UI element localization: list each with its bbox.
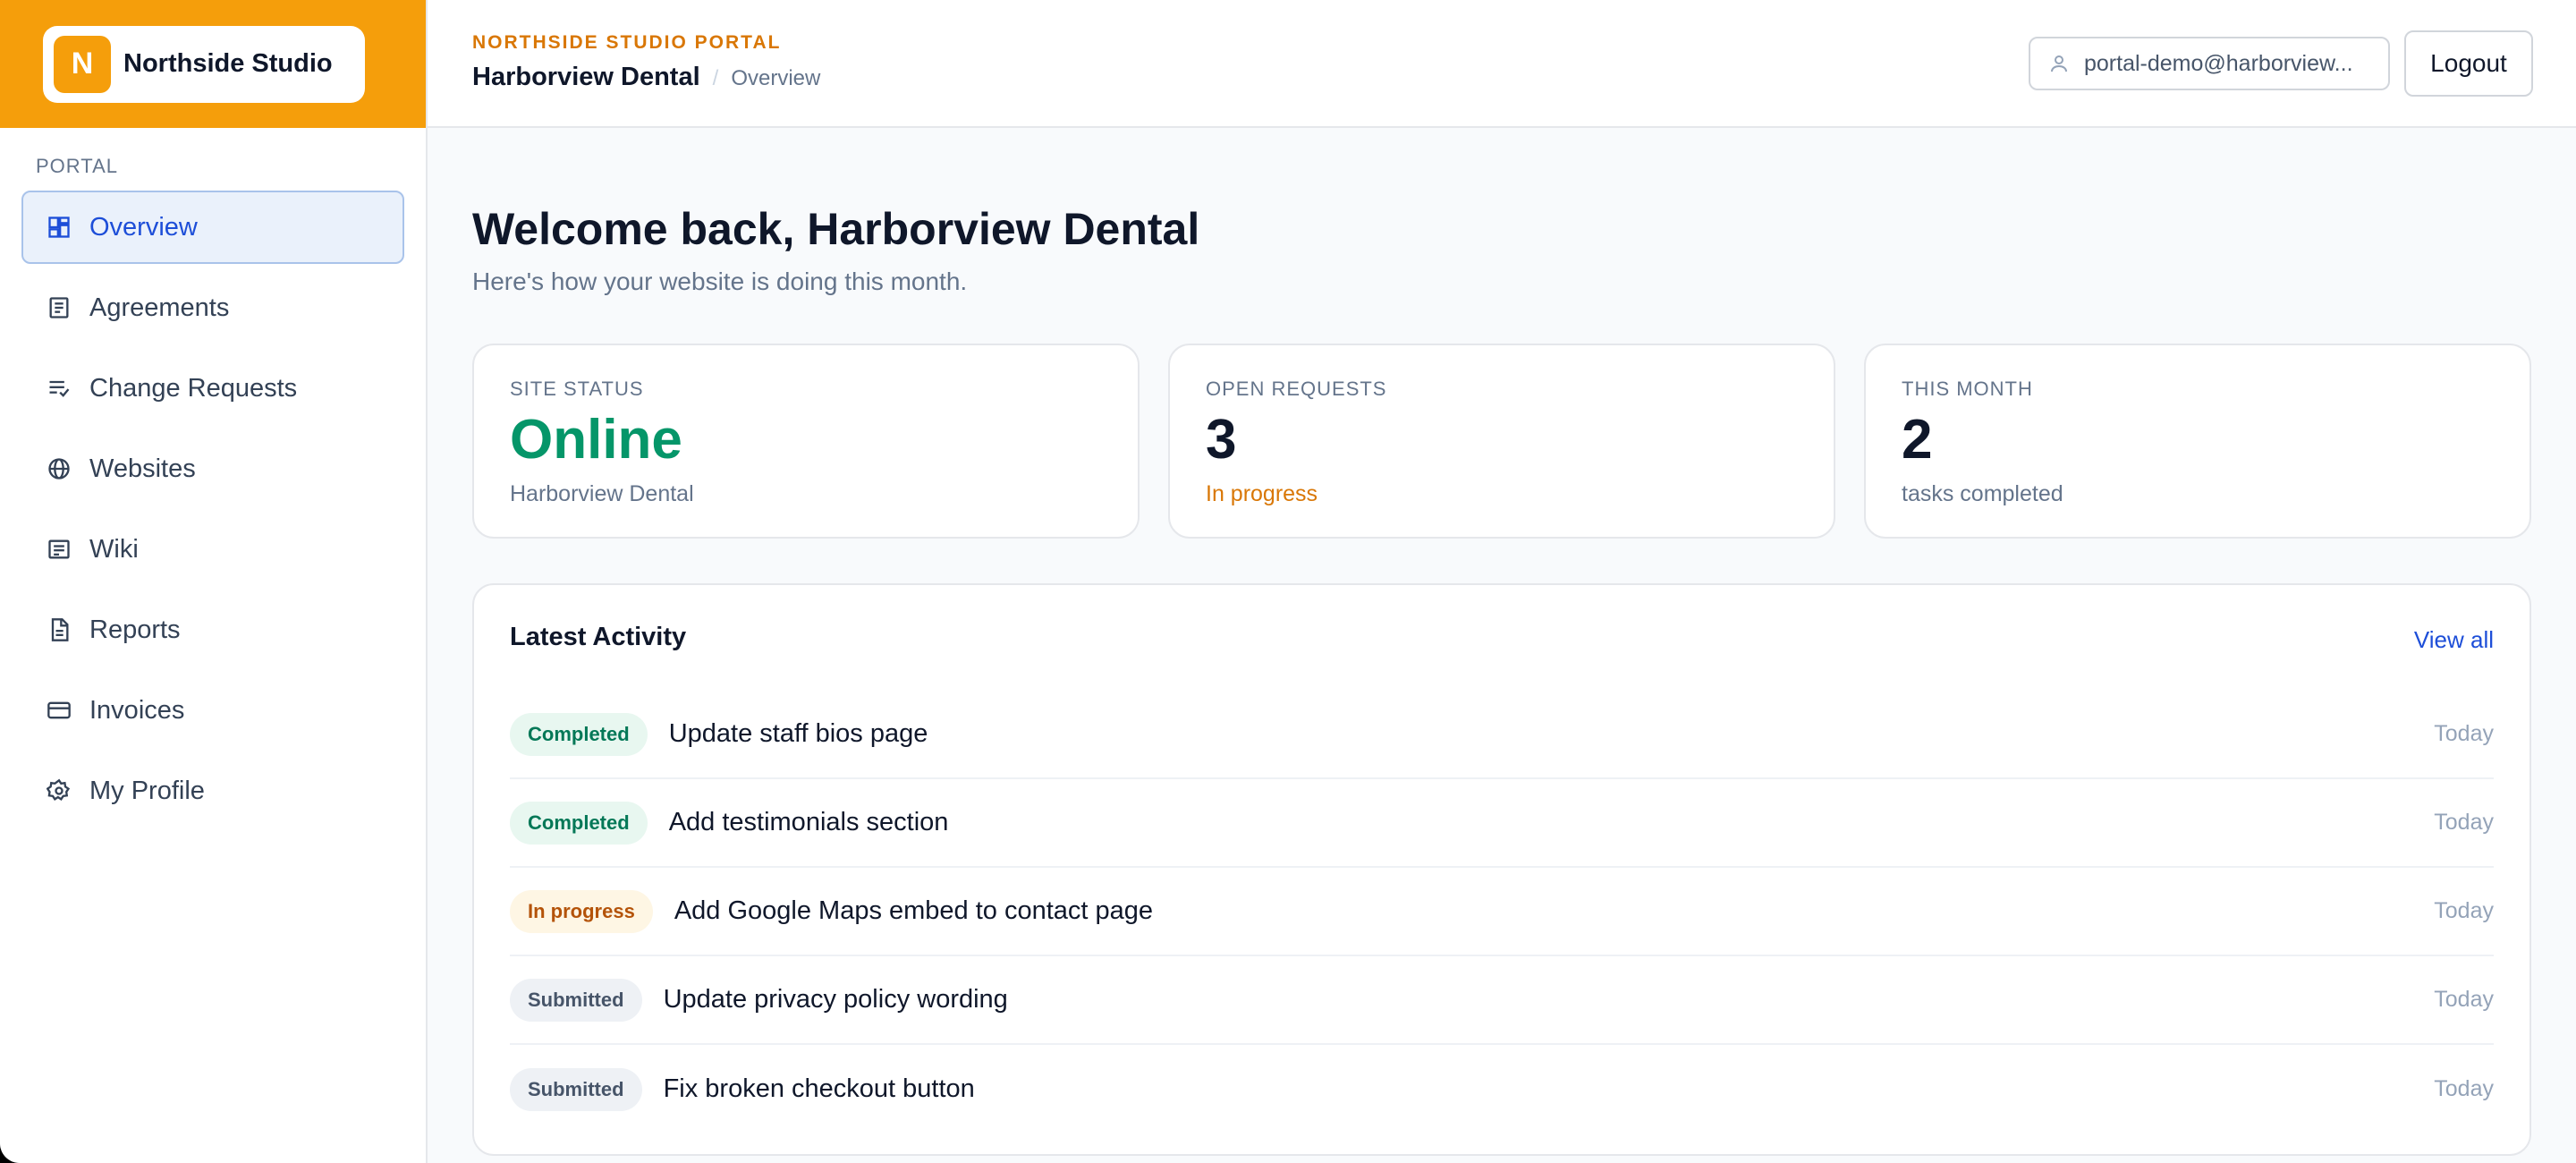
sidebar-item-label: Invoices [89, 695, 185, 725]
main-content: Welcome back, Harborview Dental Here's h… [428, 128, 2576, 1163]
stat-label: OPEN REQUESTS [1206, 378, 1387, 400]
sidebar: N Northside Studio PORTAL Overview Agree… [0, 0, 428, 1163]
sidebar-item-label: My Profile [89, 776, 205, 805]
credit-card-icon [47, 698, 72, 723]
sidebar-item-label: Reports [89, 615, 181, 644]
activity-title-text: Add testimonials section [668, 808, 949, 836]
report-icon [47, 617, 72, 642]
sidebar-item-label: Change Requests [89, 373, 298, 403]
status-badge: Submitted [510, 1067, 642, 1111]
stat-label: THIS MONTH [1902, 378, 2033, 400]
dashboard-icon [47, 215, 72, 240]
document-list-icon [47, 295, 72, 320]
sidebar-item-websites[interactable]: Websites [21, 432, 404, 505]
status-badge: In progress [510, 889, 653, 933]
nav-section-label: PORTAL [36, 155, 118, 177]
top-header: NORTHSIDE STUDIO PORTAL Harborview Denta… [428, 0, 2576, 128]
sidebar-item-label: Agreements [89, 293, 230, 322]
stat-note: tasks completed [1902, 481, 2063, 506]
activity-date: Today [2434, 898, 2494, 923]
activity-date: Today [2434, 810, 2494, 835]
activity-title: Latest Activity [510, 623, 687, 651]
status-badge: Completed [510, 801, 648, 845]
sidebar-item-label: Overview [89, 212, 198, 242]
checklist-icon [47, 376, 72, 401]
activity-row[interactable]: Submitted Fix broken checkout button Tod… [510, 1045, 2494, 1133]
latest-activity-card: Latest Activity View all Completed Updat… [472, 583, 2531, 1156]
sidebar-item-label: Wiki [89, 534, 139, 564]
stat-card-this-month: THIS MONTH 2 tasks completed [1864, 344, 2531, 539]
user-email: portal-demo@harborview... [2084, 50, 2353, 76]
profile-gear-icon [47, 778, 72, 803]
stat-value: 2 [1902, 409, 1933, 471]
brand-bar: N Northside Studio [0, 0, 426, 128]
breadcrumb-current-page: Overview [731, 66, 821, 90]
sidebar-item-agreements[interactable]: Agreements [21, 271, 404, 344]
breadcrumb-separator: / [712, 66, 719, 90]
stat-card-open-requests[interactable]: OPEN REQUESTS 3 In progress [1168, 344, 1835, 539]
activity-list: Completed Update staff bios page Today C… [510, 691, 2494, 1133]
stat-value: Online [510, 409, 682, 471]
brand-badge: N [54, 35, 111, 93]
activity-date: Today [2434, 1076, 2494, 1101]
sidebar-item-my-profile[interactable]: My Profile [21, 754, 404, 828]
sidebar-item-wiki[interactable]: Wiki [21, 513, 404, 586]
activity-row[interactable]: In progress Add Google Maps embed to con… [510, 868, 2494, 956]
stat-note: In progress [1206, 481, 1318, 506]
sidebar-item-overview[interactable]: Overview [21, 191, 404, 264]
sidebar-item-label: Websites [89, 454, 196, 483]
status-badge: Completed [510, 712, 648, 756]
activity-date: Today [2434, 721, 2494, 746]
breadcrumb-client[interactable]: Harborview Dental [472, 63, 700, 92]
sidebar-nav: Overview Agreements Change Requests Webs… [0, 191, 426, 828]
activity-row[interactable]: Completed Add testimonials section Today [510, 779, 2494, 868]
page-subtitle: Here's how your website is doing this mo… [472, 267, 968, 295]
stat-value: 3 [1206, 409, 1237, 471]
activity-row[interactable]: Submitted Update privacy policy wording … [510, 956, 2494, 1045]
breadcrumb: Harborview Dental / Overview [472, 63, 820, 92]
stat-note: Harborview Dental [510, 481, 694, 506]
activity-row[interactable]: Completed Update staff bios page Today [510, 691, 2494, 779]
view-all-link[interactable]: View all [2414, 626, 2494, 654]
user-account-pill[interactable]: portal-demo@harborview... [2029, 37, 2390, 90]
activity-date: Today [2434, 987, 2494, 1012]
stat-label: SITE STATUS [510, 378, 644, 400]
stat-card-site-status: SITE STATUS Online Harborview Dental [472, 344, 1140, 539]
notes-icon [47, 537, 72, 562]
globe-icon [47, 456, 72, 481]
activity-title-text: Add Google Maps embed to contact page [674, 896, 1154, 925]
status-badge: Submitted [510, 978, 642, 1022]
logout-button[interactable]: Logout [2404, 30, 2533, 97]
sidebar-item-reports[interactable]: Reports [21, 593, 404, 666]
brand-logo[interactable]: N Northside Studio [43, 25, 365, 103]
activity-title-text: Update privacy policy wording [663, 985, 1008, 1014]
sidebar-item-invoices[interactable]: Invoices [21, 674, 404, 747]
app-window: N Northside Studio PORTAL Overview Agree… [0, 0, 2576, 1163]
activity-title-text: Update staff bios page [668, 719, 928, 748]
user-icon [2051, 55, 2067, 72]
page-title: Welcome back, Harborview Dental [472, 204, 1200, 254]
activity-title-text: Fix broken checkout button [663, 1074, 975, 1103]
sidebar-item-change-requests[interactable]: Change Requests [21, 352, 404, 425]
portal-label: NORTHSIDE STUDIO PORTAL [472, 32, 782, 53]
brand-name: Northside Studio [123, 49, 333, 78]
